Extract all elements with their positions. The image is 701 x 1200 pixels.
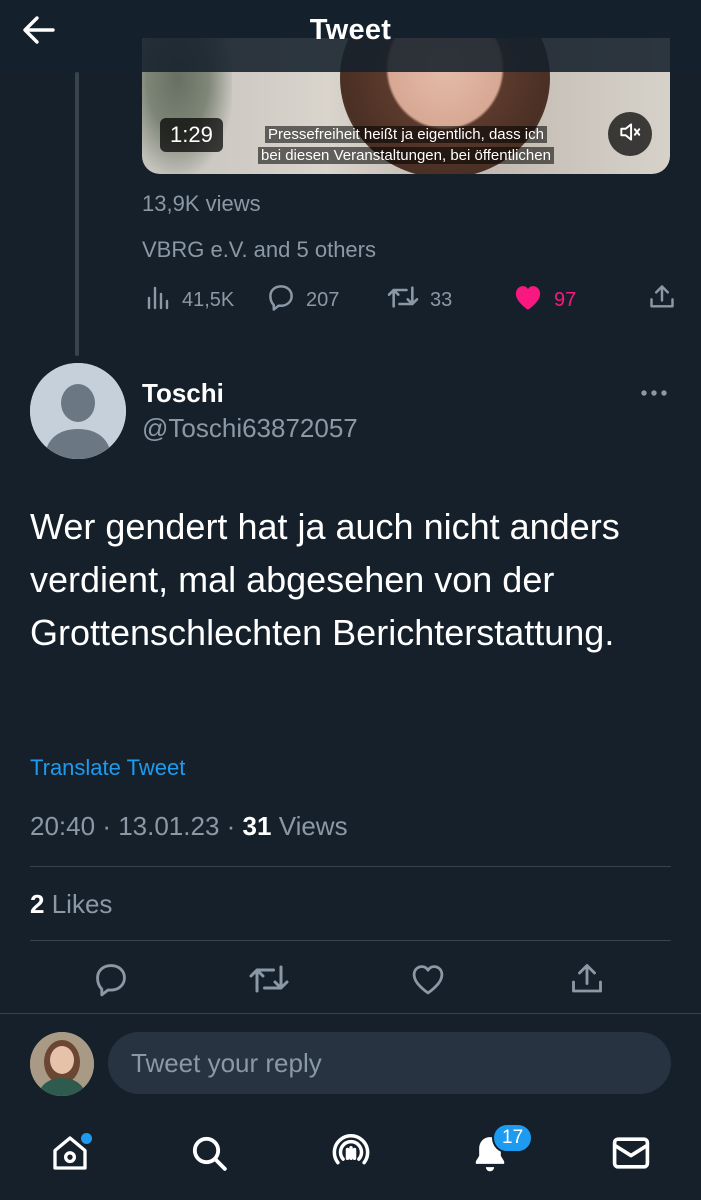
author-handle[interactable]: @Toschi63872057 bbox=[142, 413, 358, 444]
my-avatar[interactable] bbox=[30, 1032, 94, 1096]
tweet-meta: 20:40 · 13.01.23 · 31 Views bbox=[30, 811, 348, 842]
subtitle-line-1: Pressefreiheit heißt ja eigentlich, dass… bbox=[265, 126, 547, 143]
analytics-count: 41,5K bbox=[182, 288, 235, 311]
heart-outline-icon bbox=[409, 962, 447, 1001]
tweet-date: 13.01.23 bbox=[118, 811, 220, 841]
retweet-count: 33 bbox=[430, 288, 453, 311]
retweet-button[interactable] bbox=[244, 956, 294, 1006]
more-dots-icon bbox=[640, 384, 668, 402]
tweet-detail-screen: 1:29 Pressefreiheit heißt ja eigentlich,… bbox=[0, 0, 701, 1200]
divider bbox=[30, 866, 671, 867]
thread-connector-line bbox=[75, 72, 79, 356]
share-button[interactable] bbox=[562, 956, 612, 1006]
tweet-text: Wer gendert hat ja auch nicht anders ver… bbox=[30, 506, 620, 653]
author-name[interactable]: Toschi bbox=[142, 378, 224, 409]
share-icon bbox=[648, 283, 686, 317]
likes-label: Likes bbox=[51, 889, 113, 919]
meta-separator: · bbox=[226, 811, 243, 841]
nav-notifications[interactable]: 17 bbox=[466, 1123, 534, 1179]
spaces-icon bbox=[330, 1132, 372, 1179]
parent-tweet-liked-by[interactable]: VBRG e.V. and 5 others bbox=[142, 237, 376, 263]
tweet-views-count: 31 bbox=[242, 811, 272, 841]
nav-spaces[interactable] bbox=[327, 1131, 375, 1179]
nav-search[interactable] bbox=[185, 1131, 233, 1179]
likes-summary[interactable]: 2 Likes bbox=[30, 889, 112, 920]
retweet-icon bbox=[248, 961, 290, 1002]
top-header: Tweet bbox=[0, 0, 701, 72]
subtitle-line-2: bei diesen Veranstaltungen, bei öffentli… bbox=[258, 147, 554, 164]
reply-button[interactable] bbox=[86, 956, 136, 1006]
reply-input[interactable] bbox=[108, 1032, 671, 1094]
speaker-muted-icon bbox=[617, 119, 643, 150]
likes-count: 2 bbox=[30, 889, 45, 919]
tweet-views-label: Views bbox=[278, 811, 348, 841]
tweet-actions bbox=[0, 956, 701, 1006]
retweet-button[interactable]: 33 bbox=[386, 280, 452, 320]
analytics-icon bbox=[146, 284, 182, 316]
retweet-icon bbox=[386, 283, 430, 317]
video-timer: 1:29 bbox=[160, 118, 223, 152]
video-subtitles: Pressefreiheit heißt ja eigentlich, dass… bbox=[238, 124, 574, 166]
analytics-button[interactable]: 41,5K bbox=[146, 280, 234, 320]
share-icon bbox=[569, 961, 605, 1002]
home-unread-dot bbox=[81, 1133, 92, 1144]
like-button[interactable] bbox=[403, 956, 453, 1006]
reply-icon bbox=[266, 282, 306, 318]
parent-tweet-actions: 41,5K 207 33 97 bbox=[142, 280, 682, 320]
nav-messages[interactable] bbox=[607, 1131, 655, 1179]
search-icon bbox=[189, 1133, 229, 1178]
bottom-navigation: 17 bbox=[0, 1111, 701, 1200]
translate-tweet-link[interactable]: Translate Tweet bbox=[30, 755, 185, 781]
mail-icon bbox=[610, 1134, 652, 1177]
mute-button[interactable] bbox=[608, 112, 652, 156]
profile-photo-icon bbox=[30, 1032, 94, 1096]
reply-button[interactable]: 207 bbox=[266, 280, 339, 320]
reply-count: 207 bbox=[306, 288, 340, 311]
notifications-badge: 17 bbox=[492, 1123, 534, 1153]
meta-separator: · bbox=[102, 811, 119, 841]
reply-icon bbox=[92, 960, 130, 1003]
page-title: Tweet bbox=[309, 14, 392, 46]
avatar[interactable] bbox=[30, 363, 126, 459]
like-count: 97 bbox=[554, 288, 577, 311]
tweet-time: 20:40 bbox=[30, 811, 96, 841]
share-button[interactable] bbox=[648, 280, 686, 320]
parent-tweet-views: 13,9K views bbox=[142, 191, 261, 216]
reply-bar bbox=[0, 1013, 701, 1111]
more-options-button[interactable] bbox=[634, 378, 674, 408]
heart-filled-icon bbox=[512, 283, 554, 317]
like-button[interactable]: 97 bbox=[512, 280, 576, 320]
default-avatar-icon bbox=[30, 363, 126, 459]
nav-home[interactable] bbox=[46, 1131, 94, 1179]
divider bbox=[30, 940, 671, 941]
